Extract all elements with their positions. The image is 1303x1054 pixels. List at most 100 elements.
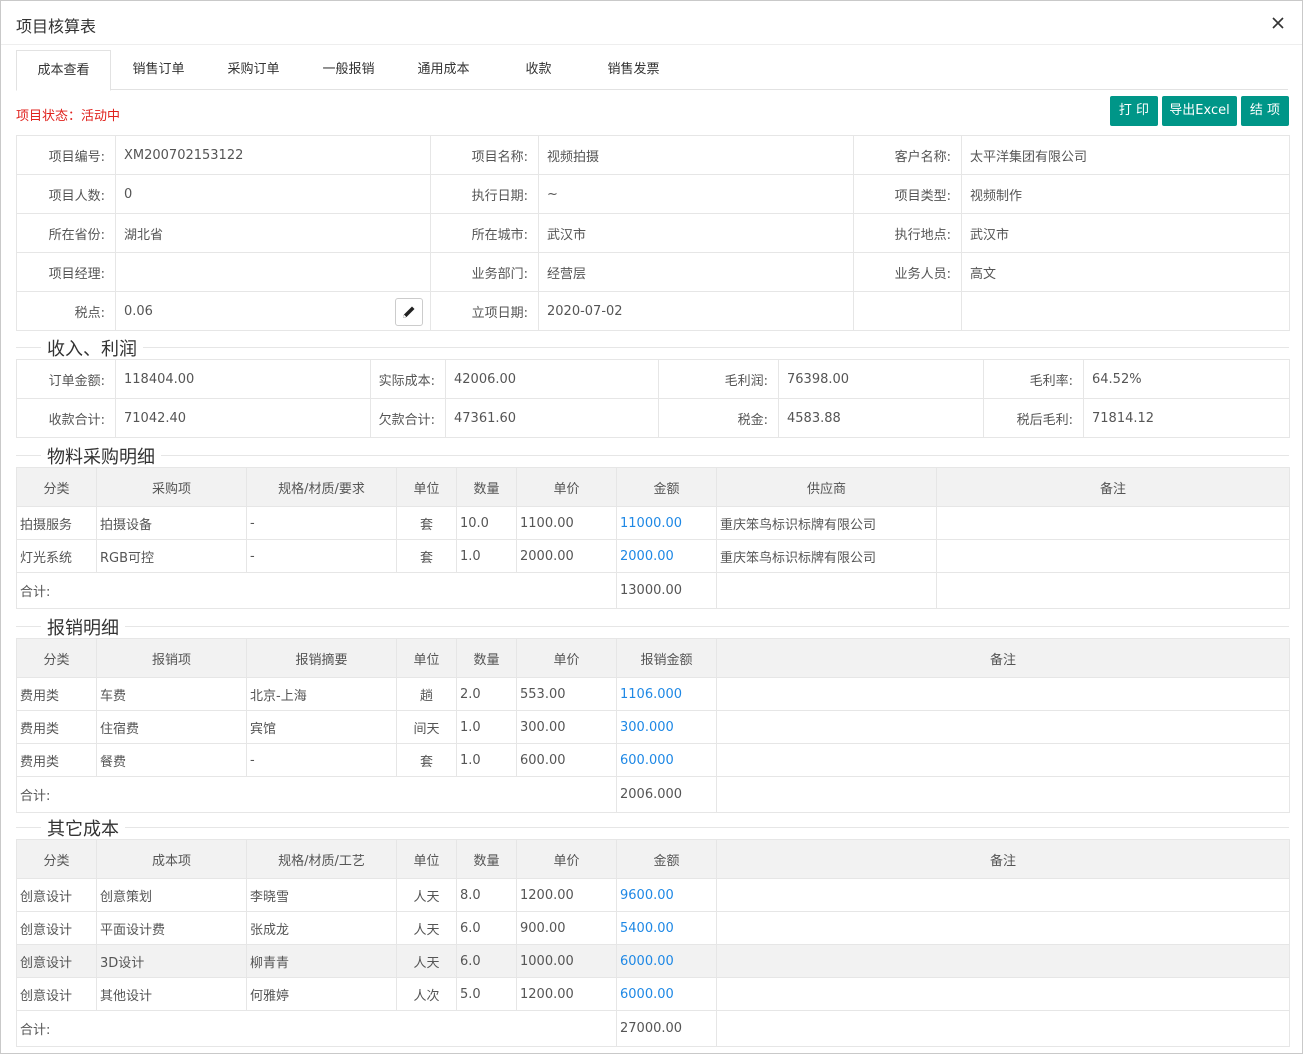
expense-cell: 车费 (96, 677, 247, 711)
other-cell: 8.0 (456, 878, 517, 912)
expense-cell: 费用类 (16, 677, 97, 711)
expense-cell: 套 (396, 743, 457, 777)
income-value: 71042.40 (115, 398, 371, 438)
purchase-cell: 重庆笨鸟标识标牌有限公司 (716, 506, 937, 540)
expense-cell: 餐费 (96, 743, 247, 777)
tab-receipt[interactable]: 收款 (491, 50, 586, 90)
expense-amount-link[interactable]: 300.000 (616, 710, 717, 744)
income-row: 收款合计: 71042.40 欠款合计: 47361.60 税金: 4583.88 税后毛利… (16, 398, 1290, 438)
income-value: 64.52% (1083, 359, 1290, 399)
expense-row: 费用类 餐费 - 套 1.0 600.00 600.000 (16, 743, 1290, 777)
close-icon[interactable] (1268, 13, 1288, 33)
tab-sales-order[interactable]: 销售订单 (111, 50, 206, 90)
info-value: 视频制作 (961, 174, 1290, 214)
expense-cell (716, 677, 1290, 711)
expense-col-header: 单价 (516, 638, 617, 678)
expense-cell: 间天 (396, 710, 457, 744)
expense-cell: 300.00 (516, 710, 617, 744)
expense-cell: - (246, 743, 397, 777)
income-label: 订单金额: (16, 359, 116, 399)
expense-table: 分类 报销项 报销摘要 单位 数量 单价 报销金额 备注 费用类 车费 北京-上海趟 2.0 553.… (16, 638, 1290, 813)
other-col-header: 金额 (616, 839, 717, 879)
other-amount-link[interactable]: 6000.00 (616, 977, 717, 1011)
other-cell: 1200.00 (516, 977, 617, 1011)
tab-general-cost[interactable]: 通用成本 (396, 50, 491, 90)
other-cell: 6.0 (456, 944, 517, 978)
info-label: 项目经理: (16, 252, 116, 292)
other-section-title: 其它成本 (41, 815, 125, 841)
tab-general-expense[interactable]: 一般报销 (301, 50, 396, 90)
info-row: 所在省份: 湖北省 所在城市: 武汉市 执行地点: 武汉市 (16, 213, 1290, 253)
other-cell: 人天 (396, 911, 457, 945)
tab-cost-view[interactable]: 成本查看 (16, 50, 111, 91)
expense-total-label: 合计: (16, 776, 617, 813)
expense-total-row: 合计: 2006.000 (16, 776, 1290, 813)
other-amount-link[interactable]: 9600.00 (616, 878, 717, 912)
export-excel-button[interactable]: 导出Excel (1162, 96, 1237, 126)
purchase-total-empty (716, 572, 937, 609)
purchase-amount-link[interactable]: 11000.00 (616, 506, 717, 540)
other-cell: 创意设计 (16, 878, 97, 912)
other-cell: 李晓雪 (246, 878, 397, 912)
income-row: 订单金额: 118404.00 实际成本: 42006.00 毛利润: 76398.00 毛… (16, 359, 1290, 399)
info-value: 视频拍摄 (538, 135, 854, 175)
expense-cell: 住宿费 (96, 710, 247, 744)
expense-amount-link[interactable]: 600.000 (616, 743, 717, 777)
expense-cell: 宾馆 (246, 710, 397, 744)
purchase-total-empty (936, 572, 1290, 609)
purchase-amount-link[interactable]: 2000.00 (616, 539, 717, 573)
info-value: 武汉市 (961, 213, 1290, 253)
other-amount-link[interactable]: 5400.00 (616, 911, 717, 945)
info-label: 所在城市: (430, 213, 539, 253)
other-cell: 创意设计 (16, 944, 97, 978)
purchase-cell: 1.0 (456, 539, 517, 573)
other-cell: 张成龙 (246, 911, 397, 945)
info-label: 税点: (16, 291, 116, 331)
other-col-header: 数量 (456, 839, 517, 879)
purchase-col-header: 规格/材质/要求 (246, 467, 397, 507)
purchase-total-value: 13000.00 (616, 572, 717, 609)
expense-cell (716, 710, 1290, 744)
other-col-header: 成本项 (96, 839, 247, 879)
purchase-col-header: 供应商 (716, 467, 937, 507)
income-section-header: 收入、利润 (16, 335, 1289, 361)
other-cell: 5.0 (456, 977, 517, 1011)
expense-amount-link[interactable]: 1106.000 (616, 677, 717, 711)
expense-cell: 1.0 (456, 743, 517, 777)
info-value (961, 291, 1290, 331)
info-label: 业务部门: (430, 252, 539, 292)
expense-section-header: 报销明细 (16, 614, 1289, 640)
purchase-total-row: 合计: 13000.00 (16, 572, 1290, 609)
other-cell: 创意设计 (16, 911, 97, 945)
other-cell: 6.0 (456, 911, 517, 945)
tab-bar: 成本查看 销售订单 采购订单 一般报销 通用成本 收款 销售发票 (16, 50, 1288, 91)
purchase-cell: 拍摄设备 (96, 506, 247, 540)
close-project-button[interactable]: 结 项 (1241, 96, 1289, 126)
tab-purchase-order[interactable]: 采购订单 (206, 50, 301, 90)
other-cell: 创意策划 (96, 878, 247, 912)
other-col-header: 备注 (716, 839, 1290, 879)
purchase-cell: 套 (396, 506, 457, 540)
expense-row: 费用类 车费 北京-上海趟 2.0 553.00 1106.000 (16, 677, 1290, 711)
info-value: 武汉市 (538, 213, 854, 253)
other-cell: 1200.00 (516, 878, 617, 912)
purchase-cell: - (246, 539, 397, 573)
income-table: 订单金额: 118404.00 实际成本: 42006.00 毛利润: 76398.00 毛… (16, 359, 1290, 438)
other-total-value: 27000.00 (616, 1010, 717, 1047)
income-section-title: 收入、利润 (41, 335, 143, 361)
other-cell (716, 977, 1290, 1011)
other-amount-link[interactable]: 6000.00 (616, 944, 717, 978)
other-cell: 900.00 (516, 911, 617, 945)
expense-cell: 费用类 (16, 743, 97, 777)
other-cell (716, 944, 1290, 978)
info-value: 经营层 (538, 252, 854, 292)
info-value: 0 (115, 174, 431, 214)
purchase-row: 拍摄服务 拍摄设备 - 套 10.0 1100.00 11000.00 重庆笨鸟标识标牌有限公… (16, 506, 1290, 540)
other-cell: 人次 (396, 977, 457, 1011)
tab-sales-invoice[interactable]: 销售发票 (586, 50, 681, 90)
purchase-row: 灯光系统 RGB可控 - 套 1.0 2000.00 2000.00 重庆笨鸟标识标牌有限公司 (16, 539, 1290, 573)
print-button[interactable]: 打 印 (1110, 96, 1158, 126)
info-row: 税点: 0.06 立项日期: 2020-07-02 (16, 291, 1290, 331)
income-value: 47361.60 (445, 398, 659, 438)
edit-tax-button[interactable] (395, 298, 423, 326)
